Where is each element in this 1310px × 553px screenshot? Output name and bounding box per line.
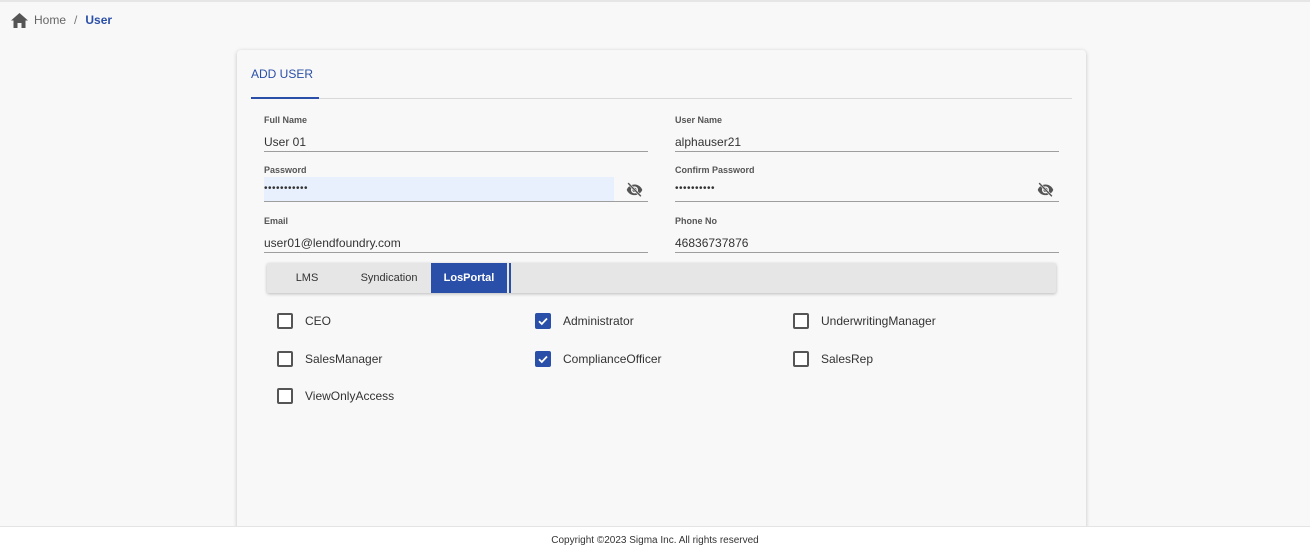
role-label: SalesManager [305,352,383,366]
password-input[interactable]: ••••••••••• [264,177,648,202]
confirm-password-value: •••••••••• [675,183,716,194]
role-checkbox-sales-manager[interactable]: SalesManager [277,350,382,368]
role-checkbox-view-only-access[interactable]: ViewOnlyAccess [277,387,394,405]
role-label: CEO [305,314,332,328]
card-tab-bar: ADD USER [251,50,1072,99]
footer: Copyright ©2023 Sigma Inc. All rights re… [0,526,1310,553]
full-name-field: Full Name User 01 [264,115,648,165]
role-label: UnderwritingManager [821,314,936,328]
password-autofill-highlight [264,177,614,201]
email-input[interactable]: user01@lendfoundry.com [264,228,648,253]
checkbox-checked[interactable] [535,313,551,329]
full-name-input[interactable]: User 01 [264,127,648,152]
confirm-password-input[interactable]: •••••••••• [675,177,1059,202]
breadcrumb: Home / User [11,12,112,28]
role-label: ViewOnlyAccess [305,389,395,403]
tab-add-user[interactable]: ADD USER [251,50,319,99]
top-border [0,0,1310,2]
user-name-input[interactable]: alphauser21 [675,127,1059,152]
user-name-label: User Name [675,115,723,125]
breadcrumb-separator: / [74,13,78,27]
tab-add-user-label: ADD USER [251,66,314,81]
tab-losportal[interactable]: LosPortal [431,263,511,293]
password-label: Password [264,165,307,175]
role-checkbox-sales-rep[interactable]: SalesRep [793,350,873,368]
phone-input[interactable]: 46836737876 [675,228,1059,253]
phone-value: 46836737876 [675,236,749,250]
phone-label: Phone No [675,216,717,226]
checkbox[interactable] [793,351,809,367]
confirm-password-field: Confirm Password •••••••••• [675,165,1059,215]
check-icon [538,355,548,364]
user-name-value: alphauser21 [675,135,742,149]
phone-field: Phone No 46836737876 [675,216,1059,266]
role-label: SalesRep [821,352,874,366]
tab-lms-label: LMS [295,272,319,284]
email-label: Email [264,216,289,226]
password-value: ••••••••••• [264,183,309,194]
user-name-field: User Name alphauser21 [675,115,1059,165]
role-checkbox-compliance-officer[interactable]: ComplianceOfficer [535,350,661,368]
checkbox[interactable] [277,351,293,367]
role-label: ComplianceOfficer [563,352,662,366]
tab-syndication-label: Syndication [360,272,418,284]
add-user-card: ADD USER Full Name User 01 User Name alp… [237,50,1086,530]
full-name-value: User 01 [264,135,307,149]
password-field: Password ••••••••••• [264,165,648,215]
full-name-label: Full Name [264,115,308,125]
role-checkbox-ceo[interactable]: CEO [277,312,331,330]
visibility-off-icon[interactable] [1037,182,1054,198]
home-icon[interactable] [11,12,28,28]
copyright-text: Copyright ©2023 Sigma Inc. All rights re… [551,534,759,546]
email-value: user01@lendfoundry.com [264,236,401,250]
email-field: Email user01@lendfoundry.com [264,216,648,266]
tab-syndication[interactable]: Syndication [347,263,431,293]
tab-losportal-label: LosPortal [443,272,495,284]
role-tab-bar: LMS Syndication LosPortal [267,263,1056,293]
role-checkbox-administrator[interactable]: Administrator [535,312,634,330]
checkbox[interactable] [277,313,293,329]
visibility-off-icon[interactable] [626,182,643,198]
confirm-password-label: Confirm Password [675,165,755,175]
checkbox[interactable] [793,313,809,329]
tab-lms[interactable]: LMS [267,263,347,293]
breadcrumb-current: User [85,13,113,27]
breadcrumb-home-link[interactable]: Home [34,13,66,27]
checkbox[interactable] [277,388,293,404]
role-label: Administrator [563,314,634,328]
check-icon [538,317,548,326]
checkbox-checked[interactable] [535,351,551,367]
role-checkbox-underwriting-manager[interactable]: UnderwritingManager [793,312,936,330]
